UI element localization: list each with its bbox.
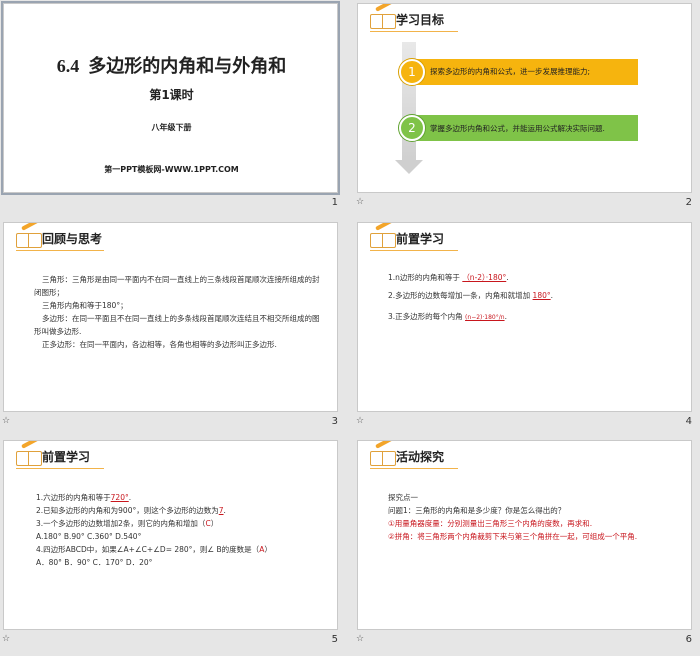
slide-1: 6.4 多边形的内角和与外角和 第1课时 八年级下册 第一PPT模板网-WWW.…	[1, 1, 340, 195]
activity-line: ①用量角器度量：分别测量出三角形三个内角的度数，再求和.	[388, 519, 593, 528]
answer-3: (n−2)·180°/n	[465, 314, 505, 321]
slide-header: 回顾与思考	[16, 223, 176, 251]
heading-underline	[370, 468, 458, 469]
prestudy-item-2: 2.多边形的边数每增加一条，内角和就增加 180°.	[388, 291, 554, 300]
slide-heading: 活动探究	[396, 450, 445, 464]
heading-underline	[370, 31, 458, 32]
slide-heading: 回顾与思考	[42, 232, 103, 246]
activity-line: 问题1：三角形的内角和是多少度？你是怎么得出的？	[388, 506, 566, 515]
book-icon	[370, 233, 396, 248]
slide-1-subtitle: 第1课时	[149, 88, 194, 102]
activity-line: 探究点一	[388, 493, 418, 502]
star-icon: ☆	[356, 634, 365, 644]
slide-heading: 前置学习	[42, 450, 91, 464]
slide-1-grade: 八年级下册	[151, 123, 192, 132]
heading-underline	[16, 468, 104, 469]
star-icon: ☆	[2, 416, 11, 426]
slide-1-footer: 第一PPT模板网-WWW.1PPT.COM	[104, 165, 239, 174]
prestudy-item-1: 1.n边形的内角和等于 （n-2）·180°.	[388, 273, 509, 282]
exercise-list: 1.六边形的内角和等于720°. 2.已知多边形的内角和为900°，则这个多边形…	[36, 491, 331, 569]
star-icon: ☆	[2, 634, 11, 644]
slide-number: 3	[331, 416, 338, 427]
slide-number: 4	[685, 416, 692, 427]
slide-number: 5	[331, 634, 338, 645]
goal-text-2: 掌握多边形内角和公式，并能运用公式解决实际问题.	[430, 124, 605, 133]
slide-2: 学习目标 1 探索多边形的内角和公式，进一步发展推理能力; 2 掌握多边形内角和…	[357, 3, 692, 193]
slide-1-title: 6.4 多边形的内角和与外角和	[56, 56, 287, 76]
slide-header: 前置学习	[370, 223, 530, 251]
review-paragraph: 三角形：三角形是由同一平面内不在同一直线上的三条线段首尾顺次连接所组成的封闭图形…	[34, 275, 320, 297]
book-icon	[370, 14, 396, 29]
answer-1: （n-2）·180°	[462, 273, 507, 282]
slide-thumbnail-6[interactable]: 活动探究 探究点一 问题1：三角形的内角和是多少度？你是怎么得出的？ ①用量角器…	[354, 437, 694, 655]
star-icon: ☆	[356, 197, 365, 207]
slide-4: 前置学习 1.n边形的内角和等于 （n-2）·180°. 2.多边形的边数每增加…	[357, 222, 692, 412]
exercise-2: 2.已知多边形的内角和为900°，则这个多边形的边数为7.	[36, 506, 226, 515]
slide-6: 活动探究 探究点一 问题1：三角形的内角和是多少度？你是怎么得出的？ ①用量角器…	[357, 440, 692, 630]
slide-thumbnail-2[interactable]: 学习目标 1 探索多边形的内角和公式，进一步发展推理能力; 2 掌握多边形内角和…	[354, 0, 694, 218]
activity-line: ②拼角：将三角形两个内角裁剪下来与第三个角拼在一起，可组成一个平角.	[388, 532, 638, 541]
prestudy-item-3: 3.正多边形的每个内角 (n−2)·180°/n.	[388, 312, 507, 321]
exercise-3-options: A.180° B.90° C.360° D.540°	[36, 532, 142, 541]
review-paragraph: 三角形内角和等于180°；	[42, 301, 128, 310]
slide-3: 回顾与思考 三角形：三角形是由同一平面内不在同一直线上的三条线段首尾顺次连接所组…	[3, 222, 338, 412]
slide-number: 2	[685, 197, 692, 208]
slide-thumbnail-4[interactable]: 前置学习 1.n边形的内角和等于 （n-2）·180°. 2.多边形的边数每增加…	[354, 219, 694, 437]
down-arrow-head	[395, 160, 423, 174]
slide-header: 活动探究	[370, 441, 530, 469]
review-paragraph: 正多边形：在同一平面内，各边相等，各角也相等的多边形叫正多边形.	[42, 340, 277, 349]
book-icon	[16, 451, 42, 466]
prestudy-list: 1.n边形的内角和等于 （n-2）·180°. 2.多边形的边数每增加一条，内角…	[388, 271, 678, 324]
slide-thumbnail-3[interactable]: 回顾与思考 三角形：三角形是由同一平面内不在同一直线上的三条线段首尾顺次连接所组…	[0, 219, 340, 437]
slide-thumbnail-1[interactable]: 6.4 多边形的内角和与外角和 第1课时 八年级下册 第一PPT模板网-WWW.…	[0, 0, 340, 218]
goal-circle-2: 2	[399, 115, 425, 141]
slide-5: 前置学习 1.六边形的内角和等于720°. 2.已知多边形的内角和为900°，则…	[3, 440, 338, 630]
slide-header: 学习目标	[370, 4, 530, 32]
slide-number: 1	[331, 197, 338, 208]
heading-underline	[370, 250, 458, 251]
exercise-4-options: A．80° B．90° C．170° D．20°	[36, 558, 153, 567]
goal-text-1: 探索多边形的内角和公式，进一步发展推理能力;	[430, 67, 591, 76]
goal-circle-1: 1	[399, 59, 425, 85]
slide-header: 前置学习	[16, 441, 176, 469]
exercise-1: 1.六边形的内角和等于720°.	[36, 493, 132, 502]
exercise-4: 4.四边形ABCD中，如果∠A+∠C+∠D= 280°，则∠ B的度数是（A）	[36, 545, 272, 554]
answer-2: 180°	[532, 291, 551, 300]
review-paragraph: 多边形：在同一平面且不在同一直线上的多条线段首尾顺次连结且不相交所组成的图形叫做…	[34, 314, 320, 336]
exercise-3: 3.一个多边形的边数增加2条，则它的内角和增加（C）	[36, 519, 219, 528]
review-text: 三角形：三角形是由同一平面内不在同一直线上的三条线段首尾顺次连接所组成的封闭图形…	[34, 273, 324, 351]
book-icon	[370, 451, 396, 466]
slide-number: 6	[685, 634, 692, 645]
slide-heading: 前置学习	[396, 232, 445, 246]
star-icon: ☆	[356, 416, 365, 426]
heading-underline	[16, 250, 104, 251]
slide-heading: 学习目标	[396, 13, 445, 27]
activity-text: 探究点一 问题1：三角形的内角和是多少度？你是怎么得出的？ ①用量角器度量：分别…	[388, 491, 686, 543]
exercise-1-answer: 720°	[110, 493, 129, 502]
slide-thumbnail-5[interactable]: 前置学习 1.六边形的内角和等于720°. 2.已知多边形的内角和为900°，则…	[0, 437, 340, 655]
book-icon	[16, 233, 42, 248]
